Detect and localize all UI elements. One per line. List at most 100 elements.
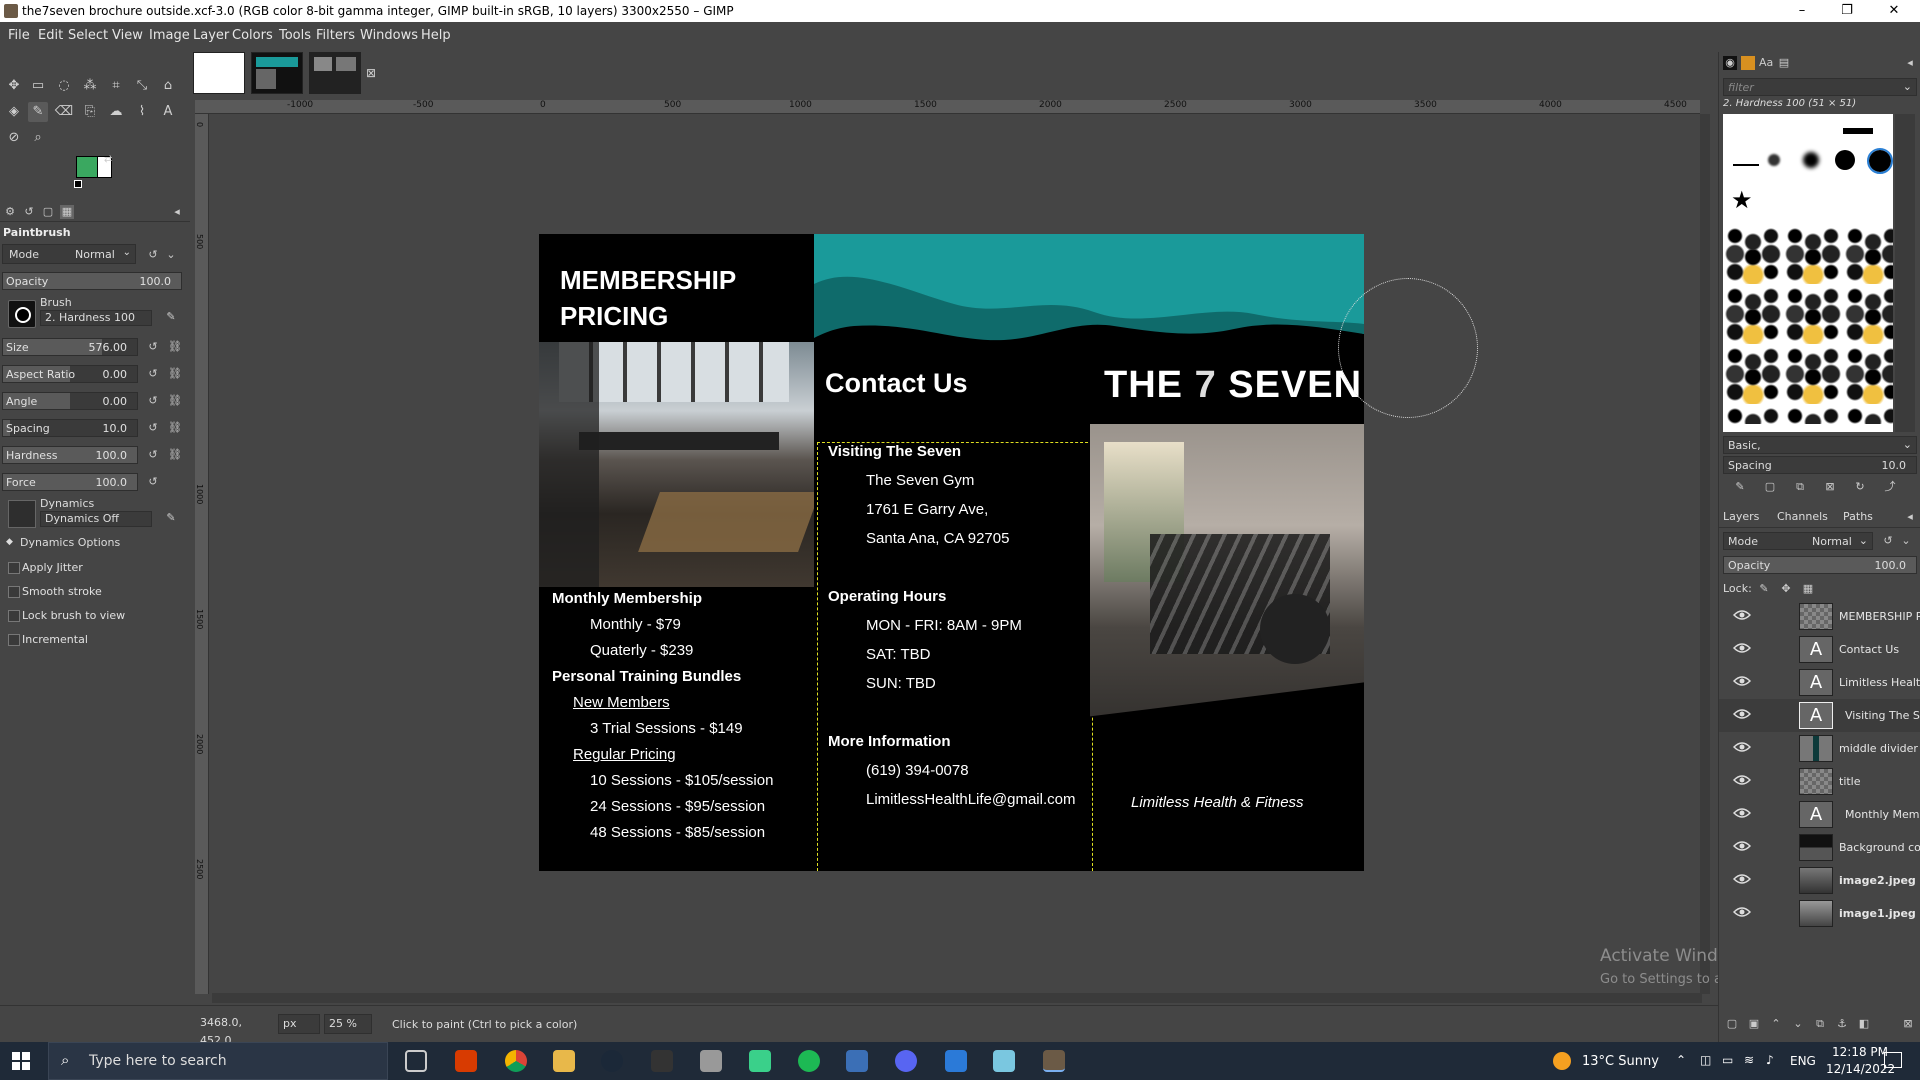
brush-preview[interactable] xyxy=(8,300,36,328)
lock-alpha-icon[interactable]: ▦ xyxy=(1801,582,1815,596)
eye-icon[interactable] xyxy=(1733,840,1751,852)
eye-icon[interactable] xyxy=(1733,708,1751,720)
expand-icon[interactable]: ◆ xyxy=(6,537,13,547)
brush-preset-select[interactable]: Basic, ⌄ xyxy=(1723,436,1917,454)
patterns-tab-icon[interactable] xyxy=(1741,56,1755,70)
unit-select[interactable]: px xyxy=(278,1014,320,1034)
link-icon[interactable]: ⛓ xyxy=(168,340,182,354)
brush-grid[interactable]: ★ xyxy=(1723,114,1893,432)
brush-spacing-slider[interactable]: Spacing 10.0 xyxy=(1723,456,1917,474)
link-icon[interactable]: ⛓ xyxy=(168,367,182,381)
brush-filter-input[interactable]: filter ⌄ xyxy=(1723,78,1917,96)
brush-grid-scrollbar[interactable] xyxy=(1895,114,1915,432)
dynamics-options-label[interactable]: Dynamics Options xyxy=(20,536,120,549)
configure-tab-icon[interactable]: ◂ xyxy=(170,205,184,219)
zoom-icon[interactable]: ⌕ xyxy=(28,128,48,148)
hardness-slider[interactable]: Hardness 100.0 xyxy=(2,446,138,464)
zoom-select[interactable]: 25 % xyxy=(324,1014,372,1034)
layer-row-active[interactable]: A Visiting The Se xyxy=(1719,699,1920,732)
eye-icon[interactable] xyxy=(1733,675,1751,687)
reset-mode-icon[interactable]: ↺ xyxy=(1881,534,1895,548)
default-colors-icon[interactable] xyxy=(74,180,82,188)
device-status-tab-icon[interactable]: ↺ xyxy=(22,205,36,219)
language-indicator[interactable]: ENG xyxy=(1790,1054,1816,1068)
configure-tab-icon[interactable]: ◂ xyxy=(1903,56,1917,70)
configure-tab-icon[interactable]: ◂ xyxy=(1903,510,1917,524)
crop-icon[interactable]: ⌗ xyxy=(106,76,126,96)
raise-layer-icon[interactable]: ⌃ xyxy=(1769,1017,1783,1031)
new-brush-icon[interactable]: ▢ xyxy=(1763,480,1777,494)
mode-select[interactable]: Mode Normal ⌄ xyxy=(2,244,136,264)
swap-colors-icon[interactable]: ⇄ xyxy=(104,154,112,165)
smooth-stroke-checkbox[interactable] xyxy=(8,586,20,598)
spacing-slider[interactable]: Spacing 10.0 xyxy=(2,419,138,437)
opacity-slider[interactable]: Opacity 100.0 xyxy=(2,272,182,290)
reset-icon[interactable]: ↺ xyxy=(146,421,160,435)
mask-layer-icon[interactable]: ◧ xyxy=(1857,1017,1871,1031)
menu-colors[interactable]: Colors xyxy=(232,28,273,43)
maximize-button[interactable]: ❐ xyxy=(1825,0,1869,22)
duplicate-brush-icon[interactable]: ⧉ xyxy=(1793,480,1807,494)
file-explorer-icon[interactable] xyxy=(553,1050,575,1072)
tool-options-tab-icon[interactable]: ⚙ xyxy=(3,205,17,219)
office-icon[interactable] xyxy=(455,1050,477,1072)
link-icon[interactable]: ⛓ xyxy=(168,448,182,462)
tab-layers[interactable]: Layers xyxy=(1723,510,1759,523)
photos-icon[interactable] xyxy=(945,1050,967,1072)
edit-brush-icon[interactable]: ✎ xyxy=(1733,480,1747,494)
chrome-icon[interactable] xyxy=(505,1050,527,1072)
task-view-icon[interactable] xyxy=(405,1050,427,1072)
chevron-up-icon[interactable]: ⌃ xyxy=(1676,1053,1686,1067)
close-tab-icon[interactable]: ⊠ xyxy=(366,66,376,80)
reset-icon[interactable]: ↺ xyxy=(146,475,160,489)
text-tool-icon[interactable]: A xyxy=(158,102,178,122)
lock-brush-checkbox[interactable] xyxy=(8,610,20,622)
color-picker-icon[interactable]: ⊘ xyxy=(4,128,24,148)
angle-slider[interactable]: Angle 0.00 xyxy=(2,392,138,410)
clone-icon[interactable]: ⎘ xyxy=(80,102,100,122)
close-button[interactable]: ✕ xyxy=(1872,0,1916,22)
layer-row[interactable]: image1.jpeg xyxy=(1719,897,1920,930)
edit-dynamics-icon[interactable]: ✎ xyxy=(164,511,178,525)
link-icon[interactable]: ⛓ xyxy=(168,421,182,435)
menu-layer[interactable]: Layer xyxy=(193,28,229,43)
layer-row[interactable]: A Contact Us xyxy=(1719,633,1920,666)
image-tab-1[interactable] xyxy=(193,52,245,94)
tab-paths[interactable]: Paths xyxy=(1843,510,1873,523)
chevron-down-icon[interactable]: ⌄ xyxy=(1899,534,1913,548)
layer-opacity-slider[interactable]: Opacity 100.0 xyxy=(1723,556,1917,574)
lasso-icon[interactable]: ◌ xyxy=(54,76,74,96)
eye-icon[interactable] xyxy=(1733,807,1751,819)
layer-mode-select[interactable]: Mode Normal ⌄ xyxy=(1723,532,1873,550)
volume-icon[interactable]: ♪ xyxy=(1766,1053,1774,1067)
menu-view[interactable]: View xyxy=(112,28,143,43)
gimp-taskbar-icon[interactable] xyxy=(1043,1050,1065,1072)
dynamics-preview[interactable] xyxy=(8,500,36,528)
horizontal-scrollbar[interactable] xyxy=(212,993,1702,1003)
eye-icon[interactable] xyxy=(1733,642,1751,654)
brush-name-field[interactable]: 2. Hardness 100 xyxy=(40,310,152,326)
paintbrush-icon[interactable]: ✎ xyxy=(28,102,48,122)
notifications-icon[interactable] xyxy=(1884,1052,1902,1068)
battery-icon[interactable]: ▭ xyxy=(1722,1053,1733,1067)
undo-history-tab-icon[interactable]: ▢ xyxy=(41,205,55,219)
smudge-icon[interactable]: ☁ xyxy=(106,102,126,122)
chevron-down-icon[interactable]: ⌄ xyxy=(164,248,178,262)
tab-channels[interactable]: Channels xyxy=(1777,510,1828,523)
discord-icon[interactable] xyxy=(895,1050,917,1072)
layer-row[interactable]: title xyxy=(1719,765,1920,798)
anchor-layer-icon[interactable]: ⚓ xyxy=(1835,1017,1849,1031)
menu-windows[interactable]: Windows xyxy=(360,28,418,43)
apply-jitter-checkbox[interactable] xyxy=(8,562,20,574)
app-shield-icon[interactable] xyxy=(846,1050,868,1072)
eye-icon[interactable] xyxy=(1733,609,1751,621)
menu-edit[interactable]: Edit xyxy=(38,28,63,43)
menu-help[interactable]: Help xyxy=(421,28,451,43)
menu-select[interactable]: Select xyxy=(68,28,108,43)
images-tab-icon[interactable]: ▦ xyxy=(60,205,74,219)
eye-icon[interactable] xyxy=(1733,774,1751,786)
wifi-icon[interactable]: ≋ xyxy=(1744,1053,1754,1067)
new-group-icon[interactable]: ▣ xyxy=(1747,1017,1761,1031)
minimize-button[interactable]: – xyxy=(1780,0,1824,22)
layer-row[interactable]: A Monthly Memb xyxy=(1719,798,1920,831)
